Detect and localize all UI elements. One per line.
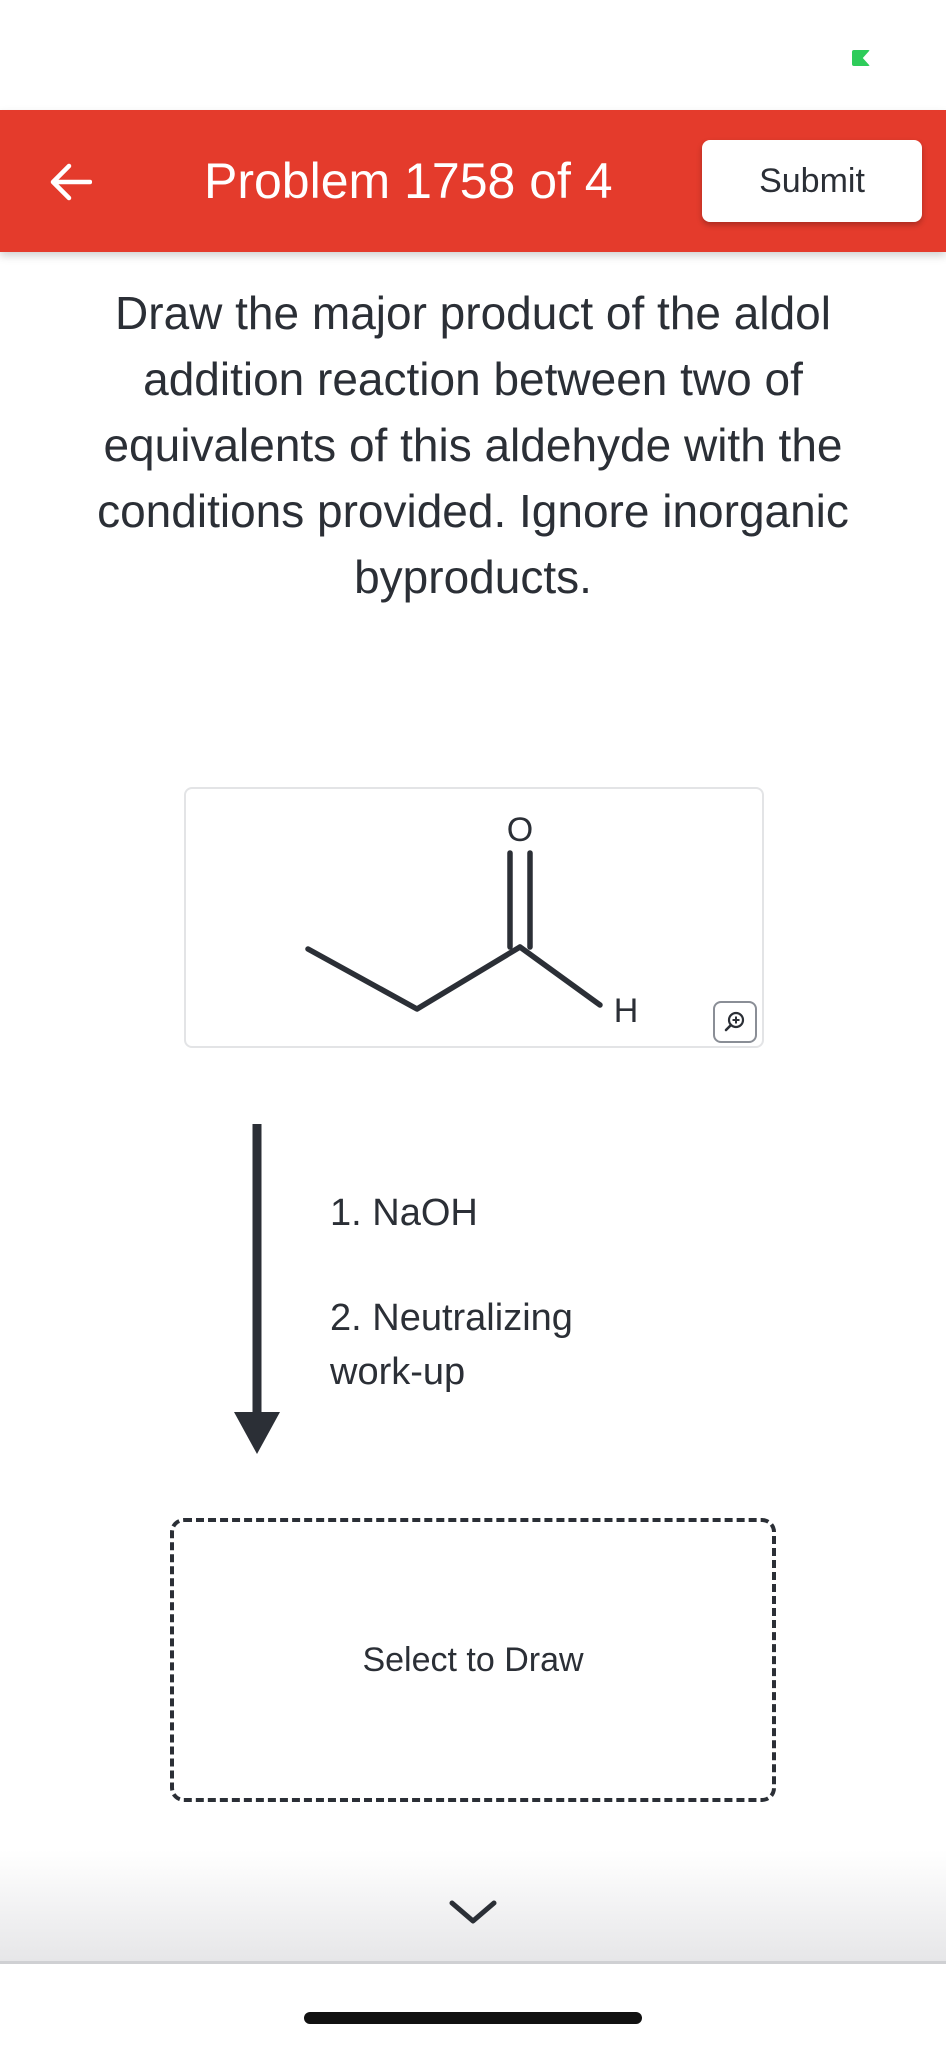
carbon-chain-bond — [305, 944, 523, 1012]
arrow-left-icon — [50, 163, 92, 201]
propanal-structure: O H — [305, 811, 639, 1030]
page-title: Problem 1758 of 4 — [204, 153, 613, 209]
zoom-in-icon — [724, 1011, 745, 1032]
aldehyde-h-bond — [517, 944, 603, 1008]
zoom-button[interactable] — [713, 1001, 757, 1043]
question-text: Draw the major product of the aldol addi… — [97, 287, 849, 603]
status-indicator-icon — [852, 50, 870, 66]
chevron-down-icon — [449, 1900, 497, 1924]
bottom-divider — [0, 1961, 946, 1964]
header-bar: Problem 1758 of 4 Submit — [0, 110, 946, 252]
next-button[interactable] — [443, 1890, 503, 1934]
select-to-draw-label: Select to Draw — [362, 1640, 584, 1679]
oxygen-atom-label: O — [507, 811, 533, 849]
home-indicator[interactable] — [304, 2012, 642, 2024]
reaction-arrow-icon — [234, 1124, 280, 1454]
reactant-card: O H — [184, 787, 764, 1048]
condition-step-2-continued: work-up — [330, 1351, 466, 1393]
condition-step-1: 1. NaOH — [330, 1192, 478, 1234]
back-button[interactable] — [38, 150, 102, 214]
status-bar — [0, 0, 946, 110]
condition-step-2: 2. Neutralizing — [330, 1297, 573, 1339]
hydrogen-atom-label: H — [614, 992, 639, 1030]
submit-button[interactable]: Submit — [702, 140, 922, 222]
select-to-draw-box[interactable]: Select to Draw — [170, 1518, 776, 1802]
